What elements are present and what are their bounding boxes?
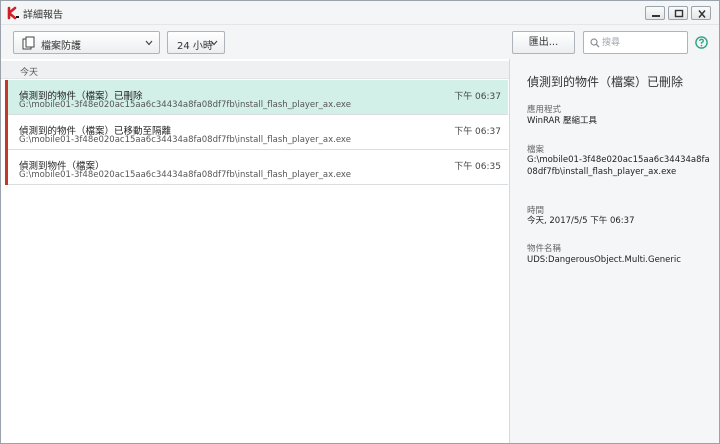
- object-name-value: UDS:DangerousObject.Multi.Generic: [527, 255, 681, 265]
- application-value: WinRAR 壓縮工具: [527, 116, 597, 126]
- help-icon[interactable]: [695, 36, 708, 49]
- event-list: 今天 偵測到的物件（檔案）已刪除 G:\mobile01-3f48e020ac1…: [1, 59, 509, 443]
- window-title: 詳細報告: [23, 10, 63, 21]
- minimize-icon: [652, 15, 660, 17]
- threat-marker: [5, 115, 8, 150]
- minimize-button[interactable]: [645, 6, 665, 20]
- file-value: G:\mobile01-3f48e020ac15aa6c34434a8fa08d…: [527, 155, 710, 177]
- event-path: G:\mobile01-3f48e020ac15aa6c34434a8fa08d…: [19, 170, 351, 180]
- detail-title: 偵測到的物件（檔案）已刪除: [527, 75, 684, 89]
- event-row[interactable]: 偵測到物件（檔案） G:\mobile01-3f48e020ac15aa6c34…: [5, 150, 508, 185]
- kaspersky-logo-icon: [7, 6, 19, 20]
- time-value: 今天, 2017/5/5 下午 06:37: [527, 216, 635, 226]
- search-input[interactable]: [602, 35, 686, 50]
- component-dropdown[interactable]: 檔案防護: [13, 31, 160, 54]
- event-path: G:\mobile01-3f48e020ac15aa6c34434a8fa08d…: [19, 135, 351, 145]
- event-row[interactable]: 偵測到的物件（檔案）已刪除 G:\mobile01-3f48e020ac15aa…: [5, 80, 508, 115]
- time-label: 時間: [527, 206, 545, 216]
- close-button[interactable]: [691, 6, 711, 20]
- threat-marker: [5, 150, 8, 185]
- period-dropdown[interactable]: 24 小時: [167, 31, 225, 54]
- report-window: 詳細報告 檔案防護 24 小時 匯出... 搜尋 今天 偵測到的物件（檔案）已刪…: [0, 0, 720, 444]
- application-label: 應用程式: [527, 105, 562, 115]
- chevron-down-icon: [210, 40, 218, 46]
- threat-marker: [5, 80, 8, 115]
- export-button[interactable]: 匯出...: [512, 31, 575, 54]
- title-bar: 詳細報告: [1, 1, 719, 25]
- component-dropdown-label: 檔案防護: [41, 41, 81, 52]
- search-icon: [590, 38, 600, 48]
- search-box[interactable]: [583, 31, 688, 54]
- event-time: 下午 06:35: [454, 162, 501, 172]
- close-icon: [698, 10, 706, 18]
- object-name-label: 物件名稱: [527, 244, 562, 254]
- maximize-icon: [674, 9, 684, 18]
- event-row[interactable]: 偵測到的物件（檔案）已移動至隔離 G:\mobile01-3f48e020ac1…: [5, 115, 508, 150]
- file-protection-icon: [22, 36, 35, 50]
- event-time: 下午 06:37: [454, 127, 501, 137]
- period-dropdown-label: 24 小時: [177, 41, 213, 52]
- detail-pane: 偵測到的物件（檔案）已刪除 應用程式 WinRAR 壓縮工具 檔案 G:\mob…: [509, 59, 719, 443]
- maximize-button[interactable]: [668, 6, 688, 20]
- file-label: 檔案: [527, 145, 545, 155]
- group-header-today: 今天: [1, 61, 509, 79]
- chevron-down-icon: [145, 40, 153, 46]
- event-path: G:\mobile01-3f48e020ac15aa6c34434a8fa08d…: [19, 100, 351, 110]
- event-time: 下午 06:37: [454, 92, 501, 102]
